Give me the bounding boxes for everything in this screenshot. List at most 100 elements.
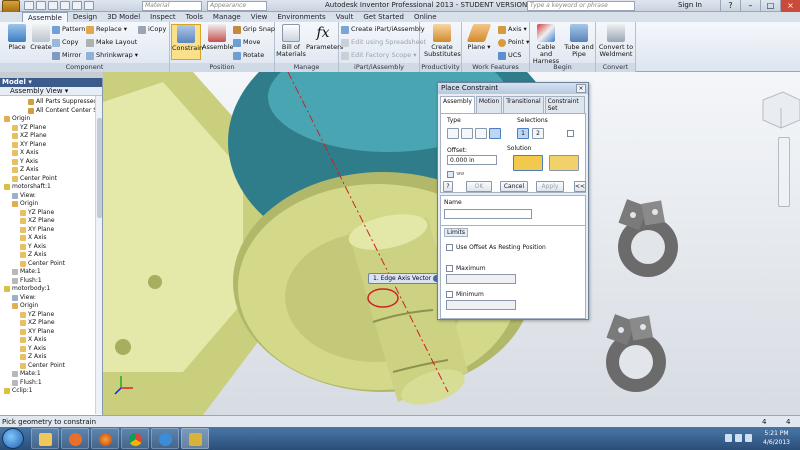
volume-icon[interactable] <box>735 434 742 442</box>
tree-item[interactable]: XZ Plane <box>0 132 102 141</box>
manage-panel-label[interactable]: Manage <box>275 63 338 72</box>
first-occurrence-checkbox[interactable] <box>567 130 574 137</box>
sign-in-link[interactable]: Sign In <box>678 1 702 9</box>
material-dropdown[interactable]: Material <box>142 1 202 11</box>
tree-item[interactable]: Mate:1 <box>0 370 102 379</box>
tab-assemble[interactable]: Assemble <box>22 12 68 22</box>
tab-3d-model[interactable]: 3D Model <box>102 12 145 22</box>
tree-item[interactable]: Z Axis <box>0 251 102 260</box>
cancel-button[interactable]: Cancel <box>500 181 528 192</box>
dialog-tab-motion[interactable]: Motion <box>475 96 503 113</box>
tree-item[interactable]: YZ Plane <box>0 209 102 218</box>
minimize-button[interactable]: – <box>740 0 760 12</box>
mate-type-button[interactable] <box>447 128 459 139</box>
clock[interactable]: 5:21 PM 4/6/2013 <box>763 429 790 447</box>
solution-opposed-button[interactable] <box>513 155 543 171</box>
help-icon[interactable]: ? <box>720 0 740 12</box>
tree-item[interactable]: Z Axis <box>0 166 102 175</box>
ok-button[interactable]: OK <box>466 181 492 192</box>
tree-item[interactable]: Origin <box>0 115 102 124</box>
ucs-button[interactable]: UCS <box>498 50 521 61</box>
tree-item[interactable]: Y Axis <box>0 243 102 252</box>
tree-item[interactable]: YZ Plane <box>0 124 102 133</box>
home-icon[interactable] <box>84 1 94 10</box>
tube-pipe-button[interactable]: Tube and Pipe <box>564 24 594 58</box>
assemble-button[interactable]: Assemble <box>202 24 233 51</box>
tab-manage[interactable]: Manage <box>208 12 246 22</box>
dialog-tab-constraint-set[interactable]: Constraint Set <box>544 96 585 113</box>
tab-environments[interactable]: Environments <box>272 12 330 22</box>
icopy-button[interactable]: iCopy <box>138 24 166 35</box>
tree-item[interactable]: XY Plane <box>0 328 102 337</box>
new-icon[interactable] <box>24 1 34 10</box>
insert-type-button[interactable] <box>489 128 501 139</box>
browser-scrollbar[interactable] <box>95 96 102 414</box>
point-button[interactable]: Point ▾ <box>498 37 529 48</box>
taskbar-chrome[interactable] <box>121 428 149 449</box>
appearance-dropdown[interactable]: Appearance <box>207 1 267 11</box>
move-button[interactable]: Move <box>233 37 260 48</box>
axis-button[interactable]: Axis ▾ <box>498 24 527 35</box>
create-substitutes-button[interactable]: Create Substitutes <box>424 24 461 58</box>
convert-panel-label[interactable]: Convert <box>596 63 635 72</box>
begin-panel-label[interactable]: Begin <box>530 63 595 72</box>
component-panel-label[interactable]: Component <box>0 63 169 72</box>
tree-item[interactable]: View: <box>0 294 102 303</box>
tree-item[interactable]: Cclip:1 <box>0 387 102 396</box>
tree-item[interactable]: Flush:1 <box>0 379 102 388</box>
network-icon[interactable] <box>725 434 732 442</box>
angle-type-button[interactable] <box>461 128 473 139</box>
preview-checkbox[interactable] <box>447 171 454 178</box>
tree-item[interactable]: X Axis <box>0 336 102 345</box>
tree-item[interactable]: Z Axis <box>0 353 102 362</box>
taskbar-explorer[interactable] <box>31 428 59 449</box>
convert-weldment-button[interactable]: Convert to Weldment <box>598 24 634 58</box>
tree-item[interactable]: Center Point <box>0 260 102 269</box>
tree-item[interactable]: X Axis <box>0 234 102 243</box>
tree-item[interactable]: Origin <box>0 200 102 209</box>
bill-of-materials-button[interactable]: Bill of Materials <box>276 24 306 58</box>
pattern-button[interactable]: Pattern <box>52 24 85 35</box>
dialog-tab-assembly[interactable]: Assembly <box>440 96 475 113</box>
flag-icon[interactable] <box>745 434 752 442</box>
maximize-button[interactable]: □ <box>760 0 780 12</box>
tab-tools[interactable]: Tools <box>181 12 208 22</box>
open-icon[interactable] <box>36 1 46 10</box>
help-button[interactable]: ? <box>443 181 453 192</box>
tree-item[interactable]: All Parts Suppressed <box>0 98 102 107</box>
scrollbar-thumb[interactable] <box>97 118 102 218</box>
tree-item[interactable]: Y Axis <box>0 158 102 167</box>
grip-snap-button[interactable]: Grip Snap <box>233 24 275 35</box>
tree-item[interactable]: View: <box>0 192 102 201</box>
create-ipart-button[interactable]: Create iPart/iAssembly <box>341 24 425 35</box>
replace-button[interactable]: Replace ▾ <box>86 24 127 35</box>
tree-item[interactable]: XY Plane <box>0 141 102 150</box>
navigation-bar[interactable] <box>778 137 790 207</box>
taskbar-media-player[interactable] <box>61 428 89 449</box>
dialog-close-button[interactable]: × <box>576 84 586 93</box>
cclip-upper[interactable] <box>618 199 678 277</box>
edit-factory-scope-button[interactable]: Edit Factory Scope ▾ <box>341 50 417 61</box>
taskbar-ie[interactable] <box>151 428 179 449</box>
start-button[interactable] <box>2 428 24 449</box>
tab-online[interactable]: Online <box>409 12 442 22</box>
tree-item[interactable]: motorshaft:1 <box>0 183 102 192</box>
copy-button[interactable]: Copy <box>52 37 79 48</box>
tree-item[interactable]: Center Point <box>0 362 102 371</box>
taskbar-firefox[interactable] <box>91 428 119 449</box>
plane-button[interactable]: Plane ▾ <box>464 24 494 51</box>
more-button[interactable]: << <box>574 181 586 192</box>
tab-design[interactable]: Design <box>68 12 102 22</box>
tree-item[interactable]: All Content Center Supp <box>0 107 102 116</box>
rotate-button[interactable]: Rotate <box>233 50 264 61</box>
make-layout-button[interactable]: Make Layout <box>86 37 137 48</box>
browser-view-dropdown[interactable]: Assembly View ▾ <box>0 87 102 96</box>
minimum-checkbox[interactable] <box>446 291 453 298</box>
selection-2-button[interactable]: 2 <box>532 128 544 139</box>
tree-item[interactable]: XY Plane <box>0 226 102 235</box>
constrain-button[interactable]: Constrain <box>171 24 203 60</box>
tree-item[interactable]: motorbody:1 <box>0 285 102 294</box>
tree-item[interactable]: Mate:1 <box>0 268 102 277</box>
dialog-tab-transitional[interactable]: Transitional <box>503 96 544 113</box>
offset-field[interactable]: 0.000 in <box>447 155 497 165</box>
